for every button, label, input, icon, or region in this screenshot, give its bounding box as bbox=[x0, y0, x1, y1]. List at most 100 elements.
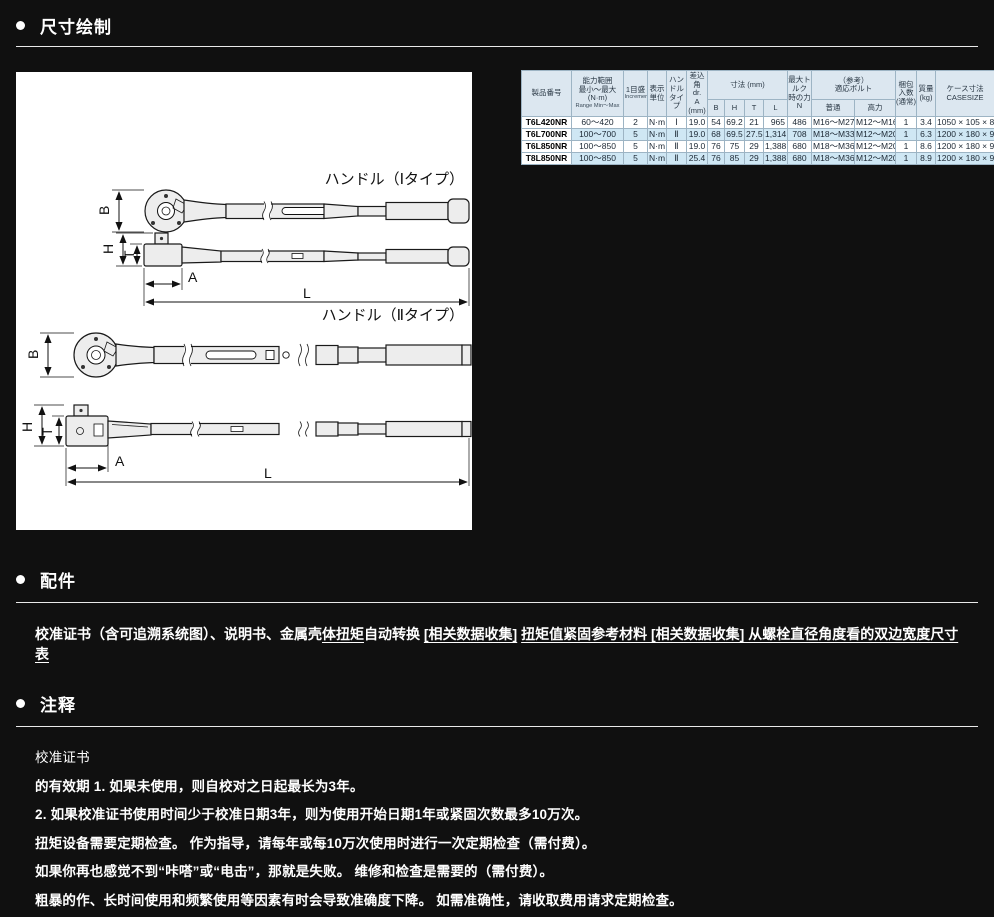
col-unit: 表示 単位 bbox=[648, 71, 667, 117]
section-header-dimensions: 尺寸绘制 bbox=[16, 13, 112, 38]
table-cell: M12～M20 bbox=[855, 129, 896, 141]
table-cell: 76 bbox=[708, 140, 725, 152]
table-cell: 60～420 bbox=[572, 117, 624, 129]
divider bbox=[16, 602, 978, 603]
table-cell: 19.0 bbox=[687, 140, 708, 152]
table-cell: 6.3 bbox=[917, 129, 936, 141]
table-cell: 1,388 bbox=[764, 140, 788, 152]
accessory-text: 自动转换 bbox=[364, 626, 424, 642]
table-cell: N·m bbox=[648, 152, 667, 164]
table-cell: 5 bbox=[624, 140, 648, 152]
col-capacity: 能力範囲 最小～最大 (N·m)Range Min～Max bbox=[572, 71, 624, 117]
table-cell: 680 bbox=[788, 152, 812, 164]
table-cell: 1200 × 180 × 98 bbox=[936, 140, 994, 152]
bullet-icon bbox=[16, 699, 25, 708]
section-title-dimensions: 尺寸绘制 bbox=[40, 13, 112, 38]
table-cell: 29 bbox=[745, 152, 764, 164]
table-row: T6L420NR60～4202N·mⅠ19.05469.221965486M16… bbox=[522, 117, 994, 129]
table-cell: 69.5 bbox=[725, 129, 745, 141]
table-row: T6L700NR100～7005N·mⅡ19.06869.527.51,3147… bbox=[522, 129, 994, 141]
table-cell: M18～M36 bbox=[812, 152, 855, 164]
table-cell: Ⅰ bbox=[667, 117, 687, 129]
type1-side-view: H T A L bbox=[100, 233, 469, 306]
section-header-accessories: 配件 bbox=[16, 567, 76, 592]
col-drive-angle: 差込角 dr. A (mm) bbox=[687, 71, 708, 117]
accessory-link[interactable]: 体扭矩 bbox=[322, 626, 364, 642]
note-line: 的有效期 1. 如果未使用，则自校对之日起最长为3年。 bbox=[35, 775, 965, 795]
accessories-text: 校准证书（含可追溯系统图）、说明书、金属壳体扭矩自动转换 [相关数据收集] 扭矩… bbox=[35, 624, 965, 665]
col-dim-t: T bbox=[745, 100, 764, 117]
section-title-accessories: 配件 bbox=[40, 567, 76, 592]
table-cell: N·m bbox=[648, 117, 667, 129]
dim-h-label-2: H bbox=[19, 422, 35, 432]
type2-top-view: B bbox=[25, 333, 471, 377]
col-increment-main: 1目盛 bbox=[626, 85, 645, 94]
dim-b-label: B bbox=[96, 206, 112, 215]
table-cell: 75 bbox=[725, 140, 745, 152]
wrench-type1-drawing: ハンドル（Ⅰタイプ） B bbox=[96, 171, 469, 306]
table-row: T8L850NR100～8505N·mⅡ25.47685291,388680M1… bbox=[522, 152, 994, 164]
table-cell: 1 bbox=[896, 152, 917, 164]
table-cell: 100～850 bbox=[572, 140, 624, 152]
col-bolt-high: 高力 bbox=[855, 100, 896, 117]
divider bbox=[16, 726, 978, 727]
dim-b-label-2: B bbox=[25, 350, 41, 359]
table-cell: 3.4 bbox=[917, 117, 936, 129]
table-cell: 5 bbox=[624, 129, 648, 141]
table-cell: 19.0 bbox=[687, 129, 708, 141]
table-cell: 85 bbox=[725, 152, 745, 164]
col-bolt-normal: 普通 bbox=[812, 100, 855, 117]
dim-l-label: L bbox=[303, 285, 311, 301]
spec-table-panel: 製品番号 能力範囲 最小～最大 (N·m)Range Min～Max 1目盛In… bbox=[521, 70, 994, 165]
col-pack-qty: 梱包 入数 (通常) bbox=[896, 71, 917, 117]
col-mass: 質量 (kg) bbox=[917, 71, 936, 117]
col-capacity-sub: Range Min～Max bbox=[573, 103, 621, 110]
table-cell: N·m bbox=[648, 140, 667, 152]
spec-table-body: T6L420NR60～4202N·mⅠ19.05469.221965486M16… bbox=[522, 117, 994, 165]
cell-product-number: T6L420NR bbox=[522, 117, 572, 129]
cell-product-number: T6L700NR bbox=[522, 129, 572, 141]
note-line: 校准证书 bbox=[35, 746, 965, 766]
table-cell: Ⅱ bbox=[667, 152, 687, 164]
table-cell: 29 bbox=[745, 140, 764, 152]
note-line: 粗暴的作、长时间使用和频繁使用等因素有时会导致准确度下降。 如需准确性，请收取费… bbox=[35, 889, 965, 909]
section-header-notes: 注释 bbox=[16, 691, 76, 716]
col-max-force: 最大トルク 時の力 N bbox=[788, 71, 812, 117]
dim-h-label: H bbox=[100, 244, 116, 254]
dim-a-label: A bbox=[188, 269, 198, 285]
table-cell: 8.6 bbox=[917, 140, 936, 152]
table-cell: 19.0 bbox=[687, 117, 708, 129]
bullet-icon bbox=[16, 21, 25, 30]
table-cell: 1 bbox=[896, 140, 917, 152]
notes-text-block: 校准证书的有效期 1. 如果未使用，则自校对之日起最长为3年。2. 如果校准证书… bbox=[35, 746, 965, 917]
table-cell: 68 bbox=[708, 129, 725, 141]
col-applicable-bolt: （参考） 適応ボルト bbox=[812, 71, 896, 100]
table-cell: 680 bbox=[788, 140, 812, 152]
cell-product-number: T8L850NR bbox=[522, 152, 572, 164]
handle-type1-label: ハンドル（Ⅰタイプ） bbox=[325, 171, 464, 188]
table-cell: 21 bbox=[745, 117, 764, 129]
torque-wrench-drawing: ハンドル（Ⅰタイプ） B bbox=[16, 72, 472, 530]
handle-type2-label: ハンドル（Ⅱタイプ） bbox=[322, 307, 464, 324]
dimension-drawing-panel: ハンドル（Ⅰタイプ） B bbox=[16, 72, 472, 530]
col-handle-type: ハンドル タイプ bbox=[667, 71, 687, 117]
wrench-type2-drawing: ハンドル（Ⅱタイプ） B bbox=[19, 307, 471, 486]
table-cell: M16～M27 bbox=[812, 117, 855, 129]
table-cell: 69.2 bbox=[725, 117, 745, 129]
col-increment: 1目盛Increment bbox=[624, 71, 648, 117]
table-cell: 1200 × 180 × 98 bbox=[936, 129, 994, 141]
col-capacity-main: 能力範囲 最小～最大 (N·m) bbox=[579, 76, 617, 102]
table-cell: 54 bbox=[708, 117, 725, 129]
bullet-icon bbox=[16, 575, 25, 584]
table-cell: M18～M33 bbox=[812, 129, 855, 141]
dim-l-label-2: L bbox=[264, 465, 272, 481]
table-cell: M12～M16 bbox=[855, 117, 896, 129]
table-cell: M12～M20 bbox=[855, 140, 896, 152]
table-cell: 1050 × 105 × 80 bbox=[936, 117, 994, 129]
table-cell: M18～M36 bbox=[812, 140, 855, 152]
table-cell: 100～700 bbox=[572, 129, 624, 141]
col-dim-l: L bbox=[764, 100, 788, 117]
accessory-link[interactable]: [相关数据收集] bbox=[424, 626, 517, 642]
table-cell: 1,314 bbox=[764, 129, 788, 141]
table-cell: Ⅱ bbox=[667, 129, 687, 141]
